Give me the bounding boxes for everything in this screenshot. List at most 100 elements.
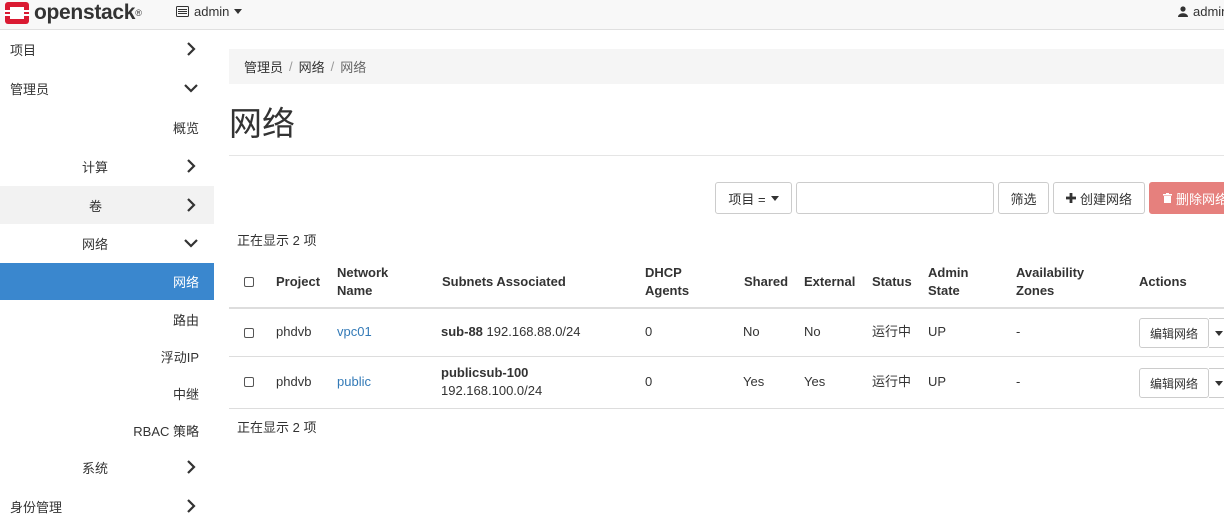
delete-networks-label: 删除网络 xyxy=(1176,191,1224,207)
subnet-cidr: 192.168.88.0/24 xyxy=(486,324,581,339)
trash-icon xyxy=(1163,193,1172,203)
caret-down-icon xyxy=(1214,330,1223,336)
caret-down-icon xyxy=(234,9,243,14)
project-icon xyxy=(176,6,189,17)
cell-external: No xyxy=(804,324,821,339)
cell-project: phdvb xyxy=(276,324,312,339)
select-all-checkbox[interactable] xyxy=(244,277,254,287)
breadcrumb-item-network-group[interactable]: 网络 xyxy=(299,57,325,76)
breadcrumb-separator: / xyxy=(289,59,293,74)
cell-shared: Yes xyxy=(743,374,765,389)
sidebar-item-project[interactable]: 项目 xyxy=(0,30,214,68)
row-checkbox[interactable] xyxy=(244,377,254,387)
chevron-down-icon xyxy=(184,239,198,248)
breadcrumb-separator: / xyxy=(330,59,335,74)
cell-dhcp-agents: 0 xyxy=(645,324,653,339)
page-title: 网络 xyxy=(229,105,295,142)
column-header-line: State xyxy=(928,283,960,298)
edit-network-label: 编辑网络 xyxy=(1149,326,1198,341)
sidebar-item-floating-ips[interactable]: 浮动IP xyxy=(0,337,214,375)
breadcrumb-item-admin[interactable]: 管理员 xyxy=(244,57,283,76)
column-header-external[interactable]: External xyxy=(804,273,855,291)
project-name: admin xyxy=(194,4,230,19)
cell-admin-state: UP xyxy=(928,374,947,389)
column-header-network-name[interactable]: Network Name xyxy=(337,264,388,300)
edit-network-button[interactable]: 编辑网络 xyxy=(1139,318,1209,348)
row-actions-dropdown[interactable] xyxy=(1209,368,1224,398)
filter-button-label: 筛选 xyxy=(1010,191,1037,207)
subnet-cidr: 192.168.100.0/24 xyxy=(441,383,543,398)
sidebar-item-volumes[interactable]: 卷 xyxy=(0,186,214,224)
breadcrumb-item-current: 网络 xyxy=(340,60,367,75)
create-network-label: 创建网络 xyxy=(1079,191,1132,207)
sidebar-item-identity[interactable]: 身份管理 xyxy=(0,487,214,518)
filter-field-label: 项目 = xyxy=(728,191,766,207)
sidebar-item-label: 计算 xyxy=(82,159,109,175)
cell-project: phdvb xyxy=(276,374,312,389)
sidebar-item-label: 卷 xyxy=(89,198,103,214)
sidebar-item-label: 网络 xyxy=(82,236,109,252)
logo-text: openstack xyxy=(34,1,136,24)
column-header-subnets[interactable]: Subnets Associated xyxy=(442,273,566,291)
sidebar-item-label: 中继 xyxy=(172,386,199,402)
cell-dhcp-agents: 0 xyxy=(645,374,653,389)
network-name-link[interactable]: vpc01 xyxy=(337,324,372,339)
top-navbar: openstack® admin admin xyxy=(0,0,1224,30)
filter-button[interactable]: 筛选 xyxy=(998,182,1049,214)
table-row: phdvb public publicsub-100 192.168.100.0… xyxy=(229,357,1224,409)
item-count-bottom: 正在显示 2 项 xyxy=(237,420,317,435)
column-header-line: DHCP xyxy=(645,265,682,280)
column-header-shared[interactable]: Shared xyxy=(744,273,788,291)
column-header-line: Network xyxy=(337,265,389,280)
column-header-line: Admin xyxy=(928,265,969,280)
edit-network-button[interactable]: 编辑网络 xyxy=(1139,368,1209,398)
caret-down-icon xyxy=(770,195,779,201)
sidebar-item-overview[interactable]: 概览 xyxy=(0,108,214,146)
sidebar-item-label: 身份管理 xyxy=(10,499,63,515)
delete-networks-button[interactable]: 删除网络 xyxy=(1149,182,1224,214)
sidebar-item-admin[interactable]: 管理员 xyxy=(0,69,214,107)
cell-admin-state: UP xyxy=(928,324,947,339)
sidebar-item-network-group[interactable]: 网络 xyxy=(0,224,214,262)
cell-network-name: vpc01 xyxy=(337,323,372,341)
table-row: phdvb vpc01 sub-88 192.168.88.0/24 0 No … xyxy=(229,311,1224,357)
column-header-project[interactable]: Project xyxy=(276,273,320,291)
cell-status: 运行中 xyxy=(872,374,912,389)
openstack-logo-icon xyxy=(4,2,30,24)
cell-subnets: sub-88 192.168.88.0/24 xyxy=(441,323,581,341)
chevron-down-icon xyxy=(184,84,198,93)
column-header-line: Zones xyxy=(1016,283,1055,298)
sidebar-item-networks[interactable]: 网络 xyxy=(0,263,214,300)
openstack-logo[interactable]: openstack® xyxy=(4,0,142,26)
sidebar-item-trunks[interactable]: 中继 xyxy=(0,374,214,412)
column-header-line: Availability xyxy=(1016,265,1085,280)
column-header-dhcp-agents[interactable]: DHCP Agents xyxy=(645,264,689,300)
sidebar-item-label: 路由 xyxy=(172,312,199,328)
sidebar-item-rbac-policies[interactable]: RBAC 策略 xyxy=(0,411,214,449)
filter-field-select[interactable]: 项目 = xyxy=(715,182,792,214)
user-menu[interactable]: admin xyxy=(1178,4,1224,19)
sidebar-item-label: RBAC 策略 xyxy=(133,423,199,439)
cell-subnets: publicsub-100 192.168.100.0/24 xyxy=(441,364,542,400)
column-header-status[interactable]: Status xyxy=(872,273,912,291)
column-header-admin-state[interactable]: Admin State xyxy=(928,264,968,300)
chevron-right-icon xyxy=(187,159,196,173)
sidebar-item-routers[interactable]: 路由 xyxy=(0,300,214,338)
row-checkbox[interactable] xyxy=(244,328,254,338)
column-header-line: Name xyxy=(337,283,373,298)
user-icon xyxy=(1178,6,1188,17)
edit-network-label: 编辑网络 xyxy=(1149,376,1198,391)
sidebar-item-system[interactable]: 系统 xyxy=(0,448,214,486)
column-header-availability-zones[interactable]: Availability Zones xyxy=(1016,264,1084,300)
subnet-name: sub-88 xyxy=(441,324,483,339)
sidebar-item-label: 概览 xyxy=(172,120,199,136)
network-name-link[interactable]: public xyxy=(337,374,371,389)
row-actions-dropdown[interactable] xyxy=(1209,318,1224,348)
sidebar-item-compute[interactable]: 计算 xyxy=(0,147,214,185)
caret-down-icon xyxy=(1214,380,1223,386)
filter-input[interactable] xyxy=(796,182,994,214)
title-divider xyxy=(229,155,1224,156)
cell-external: Yes xyxy=(804,374,826,389)
create-network-button[interactable]: 创建网络 xyxy=(1053,182,1145,214)
project-switcher[interactable]: admin xyxy=(176,4,243,19)
